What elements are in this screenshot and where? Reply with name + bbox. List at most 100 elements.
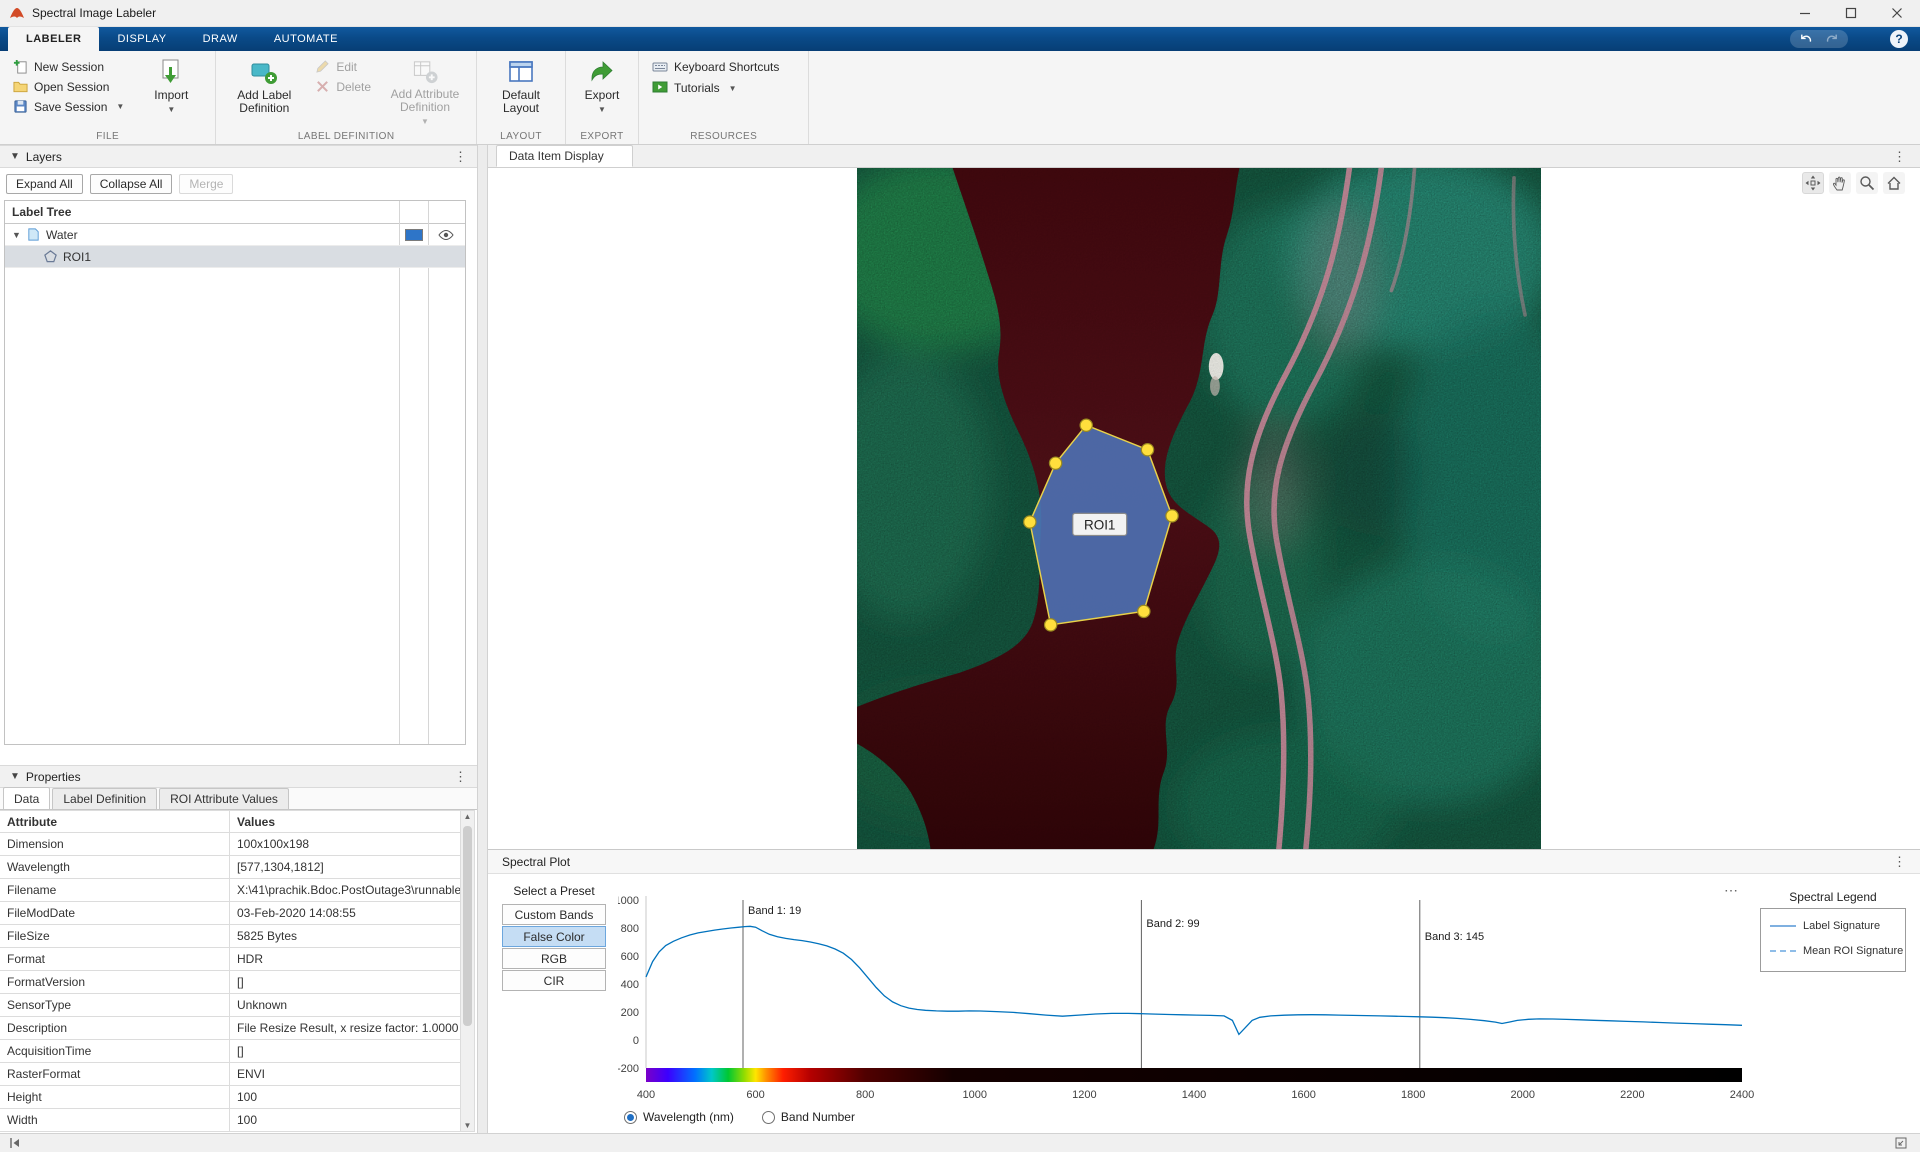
quick-access-toolbar bbox=[1790, 30, 1848, 48]
band-marker-label: Band 3: 145 bbox=[1425, 931, 1484, 943]
collapse-panel-icon[interactable] bbox=[8, 1136, 22, 1150]
close-button[interactable] bbox=[1874, 0, 1920, 26]
tree-expand-caret[interactable]: ▼ bbox=[12, 230, 21, 240]
property-row[interactable]: FilenameX:\41\prachik.Bdoc.PostOutage3\r… bbox=[0, 879, 460, 902]
tab-automate[interactable]: AUTOMATE bbox=[256, 27, 356, 51]
property-row[interactable]: FormatHDR bbox=[0, 948, 460, 971]
delete-button[interactable]: Delete bbox=[310, 78, 376, 95]
export-label: Export bbox=[585, 89, 620, 102]
minimize-button[interactable] bbox=[1782, 0, 1828, 26]
tab-draw[interactable]: DRAW bbox=[185, 27, 256, 51]
toolstrip-tabbar: LABELER DISPLAY DRAW AUTOMATE ? bbox=[0, 27, 1920, 51]
preset-rgb-button[interactable]: RGB bbox=[502, 948, 606, 969]
tab-data[interactable]: Data bbox=[3, 787, 50, 809]
scroll-up-icon[interactable]: ▲ bbox=[464, 812, 472, 821]
column-header-values: Values bbox=[230, 811, 460, 832]
property-row[interactable]: FileSize5825 Bytes bbox=[0, 925, 460, 948]
property-row[interactable]: Height100 bbox=[0, 1086, 460, 1109]
radio-unselected-icon[interactable] bbox=[762, 1111, 775, 1124]
preset-cir-button[interactable]: CIR bbox=[502, 970, 606, 991]
roi-label[interactable]: ROI1 bbox=[1073, 513, 1127, 535]
tab-labeler[interactable]: LABELER bbox=[8, 27, 99, 51]
default-layout-button[interactable]: Default Layout bbox=[485, 55, 557, 128]
x-tick-label: 600 bbox=[746, 1089, 764, 1101]
expand-all-button[interactable]: Expand All bbox=[6, 174, 83, 194]
band-number-radio[interactable]: Band Number bbox=[762, 1110, 855, 1124]
tab-roi-attribute-values[interactable]: ROI Attribute Values bbox=[159, 788, 289, 809]
merge-button[interactable]: Merge bbox=[179, 174, 233, 194]
preset-false-color-button[interactable]: False Color bbox=[502, 926, 606, 947]
tree-row-water[interactable]: ▼ Water bbox=[5, 224, 465, 246]
false-color-image[interactable]: ROI1 bbox=[857, 168, 1541, 849]
property-row[interactable]: FormatVersion[] bbox=[0, 971, 460, 994]
properties-scrollbar[interactable]: ▲ ▼ bbox=[460, 810, 475, 1132]
x-tick-label: 1200 bbox=[1072, 1089, 1096, 1101]
maximize-button[interactable] bbox=[1828, 0, 1874, 26]
x-tick-label: 400 bbox=[637, 1089, 655, 1101]
tutorials-button[interactable]: Tutorials ▼ bbox=[647, 79, 784, 97]
property-attribute: AcquisitionTime bbox=[0, 1040, 230, 1062]
panel-splitter[interactable] bbox=[477, 145, 488, 1133]
window-title: Spectral Image Labeler bbox=[32, 6, 156, 20]
properties-collapse-icon[interactable]: ▼ bbox=[10, 771, 20, 782]
title-bar: Spectral Image Labeler bbox=[0, 0, 1920, 27]
visibility-eye-icon[interactable] bbox=[438, 227, 454, 243]
property-value: 100 bbox=[230, 1086, 460, 1108]
redo-icon[interactable] bbox=[1825, 32, 1839, 46]
open-session-button[interactable]: Open Session bbox=[8, 78, 129, 95]
tab-label-definition[interactable]: Label Definition bbox=[52, 788, 157, 809]
wavelength-radio[interactable]: Wavelength (nm) bbox=[624, 1110, 734, 1124]
property-row[interactable]: SensorTypeUnknown bbox=[0, 994, 460, 1017]
property-row[interactable]: RasterFormatENVI bbox=[0, 1063, 460, 1086]
home-icon[interactable] bbox=[1883, 172, 1905, 194]
label-color-swatch[interactable] bbox=[405, 229, 423, 241]
display-menu-icon[interactable]: ⋮ bbox=[1893, 149, 1906, 165]
spectral-chart[interactable]: -200020040060080010004006008001000120014… bbox=[618, 888, 1758, 1110]
scroll-down-icon[interactable]: ▼ bbox=[464, 1121, 472, 1130]
property-row[interactable]: Wavelength[577,1304,1812] bbox=[0, 856, 460, 879]
save-session-button[interactable]: Save Session ▼ bbox=[8, 98, 129, 115]
tree-row-roi1[interactable]: ROI1 bbox=[5, 246, 465, 268]
properties-menu-icon[interactable]: ⋮ bbox=[454, 770, 467, 783]
radio-selected-icon[interactable] bbox=[624, 1111, 637, 1124]
tab-data-item-display[interactable]: Data Item Display bbox=[496, 145, 633, 167]
collapse-all-button[interactable]: Collapse All bbox=[90, 174, 173, 194]
property-row[interactable]: Dimension100x100x198 bbox=[0, 833, 460, 856]
export-button[interactable]: Export ▼ bbox=[574, 55, 630, 128]
property-attribute: FileModDate bbox=[0, 902, 230, 924]
ribbon: New Session Open Session Save Session ▼ … bbox=[0, 51, 1920, 145]
property-row[interactable]: AcquisitionTime[] bbox=[0, 1040, 460, 1063]
tab-display[interactable]: DISPLAY bbox=[99, 27, 184, 51]
legend-entry-mean-roi-signature: Mean ROI Signature bbox=[1770, 945, 1896, 957]
plot-options-icon[interactable]: ⋯ bbox=[1724, 882, 1739, 899]
property-row[interactable]: DescriptionFile Resize Result, x resize … bbox=[0, 1017, 460, 1040]
roi-name: ROI1 bbox=[63, 250, 91, 264]
scrollbar-thumb[interactable] bbox=[463, 826, 472, 1026]
tree-column-divider bbox=[428, 201, 429, 744]
layers-collapse-icon[interactable]: ▼ bbox=[10, 151, 20, 162]
import-button[interactable]: Import ▼ bbox=[135, 55, 207, 128]
new-session-button[interactable]: New Session bbox=[8, 58, 129, 75]
keyboard-shortcuts-button[interactable]: Keyboard Shortcuts bbox=[647, 58, 784, 76]
edit-button[interactable]: Edit bbox=[310, 58, 376, 75]
properties-header[interactable]: ▼ Properties ⋮ bbox=[0, 765, 477, 788]
undo-icon[interactable] bbox=[1799, 32, 1813, 46]
help-icon[interactable]: ? bbox=[1890, 30, 1908, 48]
add-attribute-definition-button[interactable]: Add Attribute Definition ▼ bbox=[382, 55, 468, 128]
layers-panel: ▼ Layers ⋮ Expand All Collapse All Merge… bbox=[0, 145, 477, 1133]
spectral-menu-icon[interactable]: ⋮ bbox=[1893, 855, 1906, 868]
image-display-area[interactable]: ROI1 bbox=[488, 168, 1920, 849]
edit-label: Edit bbox=[336, 60, 357, 74]
layers-menu-icon[interactable]: ⋮ bbox=[454, 150, 467, 163]
pan-hand-icon[interactable] bbox=[1829, 172, 1851, 194]
layers-header[interactable]: ▼ Layers ⋮ bbox=[0, 145, 477, 168]
import-icon bbox=[157, 58, 185, 86]
panel-dock-icon[interactable] bbox=[1894, 1136, 1908, 1150]
property-row[interactable]: FileModDate03-Feb-2020 14:08:55 bbox=[0, 902, 460, 925]
preset-custom-bands-button[interactable]: Custom Bands bbox=[502, 904, 606, 925]
spectral-plot-header[interactable]: Spectral Plot ⋮ bbox=[488, 849, 1920, 874]
property-row[interactable]: Width100 bbox=[0, 1109, 460, 1132]
add-label-definition-button[interactable]: Add Label Definition bbox=[224, 55, 304, 128]
zoom-icon[interactable] bbox=[1856, 172, 1878, 194]
restore-view-icon[interactable] bbox=[1802, 172, 1824, 194]
